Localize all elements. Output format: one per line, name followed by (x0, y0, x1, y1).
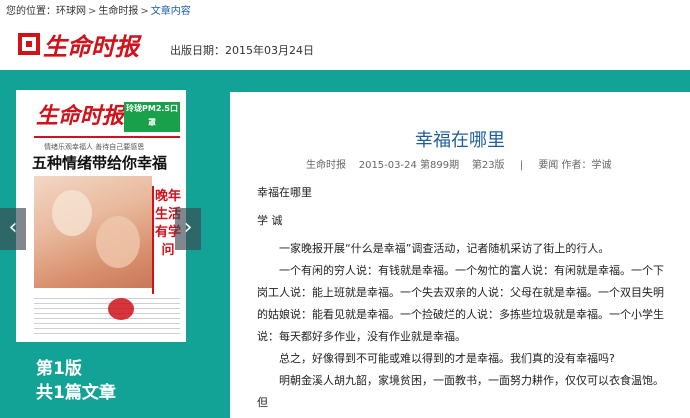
article-paragraph: 一个有闲的穷人说：有钱就是幸福。一个匆忙的富人说：有闲就是幸福。一个下岗工人说：… (257, 264, 664, 343)
preview-photo (34, 176, 152, 288)
preview-ad: 玲珑PM2.5口罩 (124, 102, 180, 132)
edition-article-count: 共1篇文章 (36, 383, 116, 403)
logo-mark-icon (18, 33, 40, 55)
article-paragraph: 明朝金溪人胡九韶，家境贫困，一面教书，一面努力耕作，仅仅可以衣食温饱。但 (257, 374, 664, 409)
preview-masthead: 生命时报 (36, 103, 125, 129)
article-paragraph: 总之，好像得到不可能或难以得到的才是幸福。我们真的没有幸福吗? (279, 352, 615, 365)
breadcrumb: 您的位置：环球网 > 生命时报 > 文章内容 (6, 2, 191, 17)
edition-info: 第1版 共1篇文章 (36, 357, 116, 405)
article-title: 幸福在哪里 (415, 130, 505, 151)
breadcrumb-separator: > (88, 6, 97, 17)
breadcrumb-link-huanqiu[interactable]: 环球网 (56, 6, 86, 17)
article-panel: 幸福在哪里 生命时报 2015-03-24 第899期 第23版 | 要闻 作者… (230, 92, 690, 418)
preview-text-lines (34, 294, 180, 334)
preview-logo-icon (108, 298, 134, 320)
chevron-right-icon: › (183, 215, 193, 240)
article-meta: 生命时报 2015-03-24 第899期 第23版 | 要闻 作者：学诚 (306, 156, 612, 171)
meta-date: 2015-03-24 第899期 (358, 160, 460, 171)
breadcrumb-prefix: 您的位置： (6, 6, 56, 17)
prev-page-button[interactable]: ‹ (0, 208, 26, 250)
meta-separator: | (519, 160, 524, 171)
next-page-button[interactable]: › (175, 208, 201, 250)
site-logo[interactable]: 生命时报 (18, 30, 139, 61)
edition-page: 第1版 (36, 359, 82, 379)
article-paragraph: 一家晚报开展“什么是幸福”调查活动，记者随机采访了街上的行人。 (279, 242, 610, 255)
preview-headline: 五种情绪带给你幸福 (32, 154, 168, 172)
article-author: 学 诚 (257, 214, 283, 227)
preview-divider (34, 136, 180, 138)
meta-source: 生命时报 (306, 160, 346, 171)
chevron-left-icon: ‹ (8, 215, 18, 240)
preview-subline: 情绪乐观幸福人 善待自己要感恩 (44, 143, 145, 151)
breadcrumb-separator: > (140, 6, 149, 17)
publication-date: 出版日期：2015年03月24日 (170, 44, 314, 57)
newspaper-page-preview[interactable]: 生命时报 玲珑PM2.5口罩 情绪乐观幸福人 善待自己要感恩 五种情绪带给你幸福… (16, 90, 186, 342)
article-heading: 幸福在哪里 (257, 186, 312, 199)
article-body: 幸福在哪里 学 诚 一家晚报开展“什么是幸福”调查活动，记者随机采访了街上的行人… (257, 182, 667, 414)
meta-page: 第23版 (471, 160, 505, 171)
logo-text: 生命时报 (43, 31, 139, 61)
breadcrumb-current: 文章内容 (150, 6, 191, 17)
breadcrumb-link-shengming[interactable]: 生命时报 (98, 6, 138, 17)
meta-section: 要闻 作者：学诚 (538, 160, 612, 171)
